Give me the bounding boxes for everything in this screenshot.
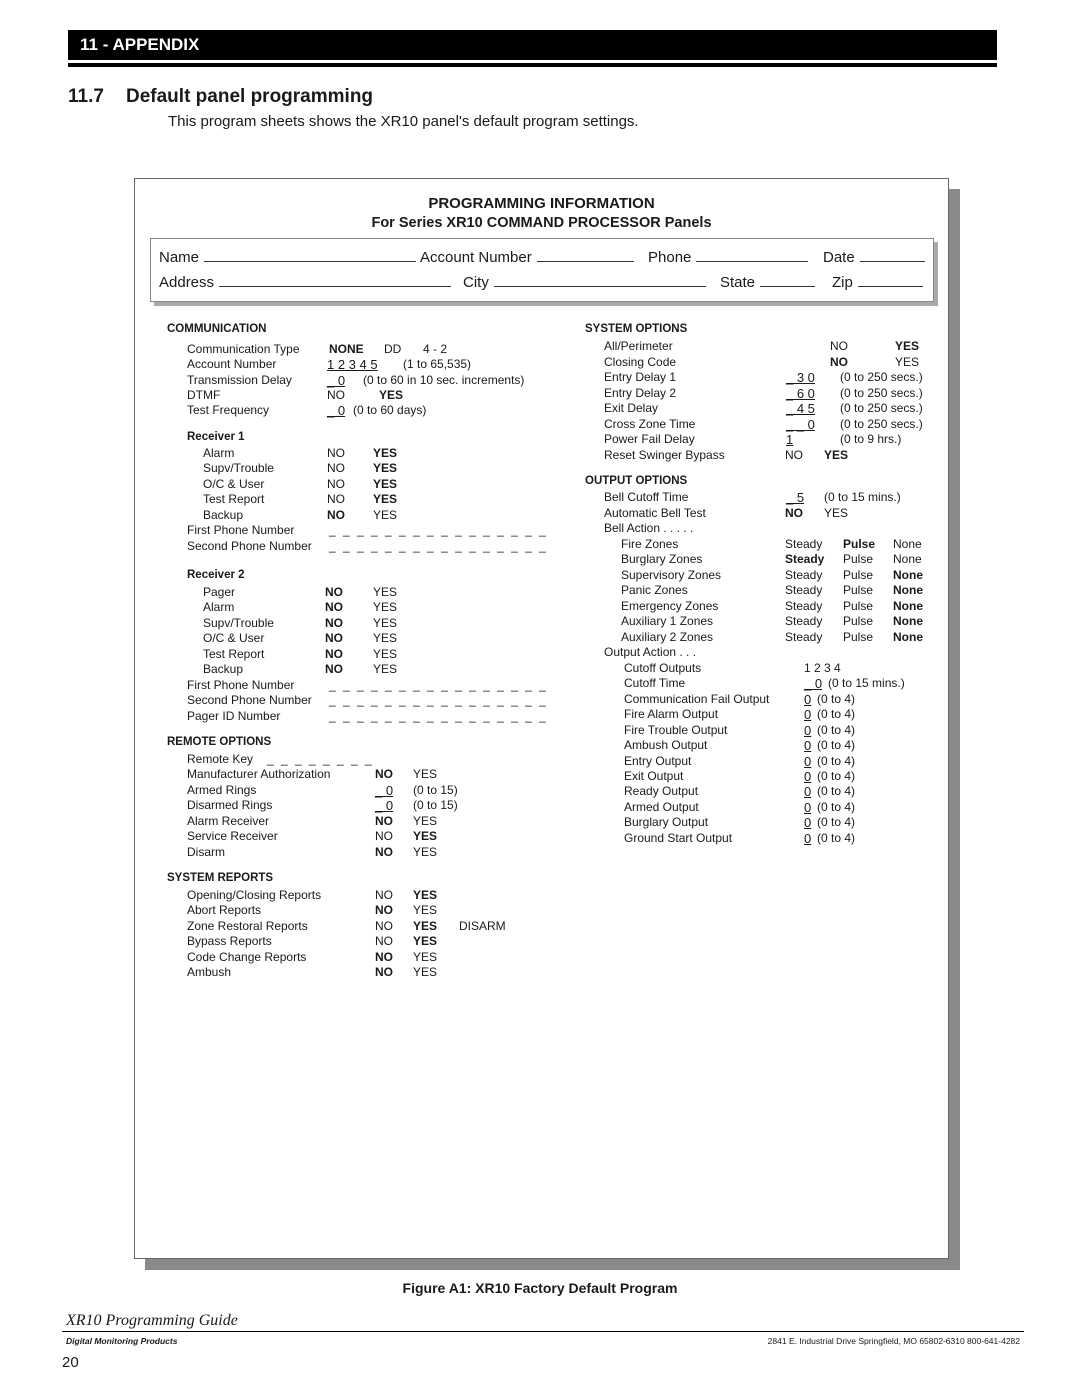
output-label: Exit Output	[624, 769, 684, 783]
footer-rule	[62, 1331, 1024, 1332]
output-range: (0 to 4)	[817, 799, 856, 814]
output-label: Ground Start Output	[624, 830, 733, 845]
output-range: (0 to 4)	[817, 738, 856, 753]
output-value[interactable]: 0	[804, 723, 811, 738]
output-value[interactable]: 0	[804, 831, 811, 846]
form-title: PROGRAMMING INFORMATION	[428, 195, 655, 212]
output-value[interactable]: 0	[804, 707, 811, 722]
section-title: 11.7 Default panel programming	[68, 86, 373, 108]
figure-caption: Figure A1: XR10 Factory Default Program	[402, 1280, 678, 1296]
system-reports-heading: SYSTEM REPORTS	[167, 872, 274, 884]
output-value[interactable]: 0	[804, 738, 811, 753]
output-range: (0 to 4)	[817, 692, 856, 706]
output-value[interactable]: 0	[804, 815, 811, 830]
form-subtitle: For Series XR10 COMMAND PROCESSOR Panels	[371, 215, 712, 231]
output-value[interactable]: 0	[804, 692, 811, 707]
section-number: 11.7	[68, 86, 104, 107]
company-address: 2841 E. Industrial Drive Springfield, MO…	[767, 1336, 1020, 1346]
account-number-field[interactable]: Account Number	[420, 247, 634, 266]
remote-options-heading: REMOTE OPTIONS	[167, 736, 272, 748]
output-range: (0 to 4)	[817, 830, 856, 845]
address-field[interactable]: Address	[159, 272, 452, 291]
output-options-heading: OUTPUT OPTIONS	[585, 475, 688, 487]
output-range: (0 to 4)	[817, 722, 856, 737]
system-options-heading: SYSTEM OPTIONS	[585, 323, 688, 335]
page-number: 20	[62, 1354, 79, 1371]
state-field[interactable]: State	[720, 272, 816, 291]
output-label: Armed Output	[624, 799, 699, 814]
output-label: Fire Alarm Output	[624, 707, 719, 722]
programming-form: PROGRAMMING INFORMATION For Series XR10 …	[134, 178, 949, 1259]
output-label: Ambush Output	[624, 738, 708, 753]
date-field[interactable]: Date	[823, 247, 925, 266]
intro-text: This program sheets shows the XR10 panel…	[168, 113, 639, 130]
output-value[interactable]: 0	[804, 769, 811, 784]
output-label: Fire Trouble Output	[624, 722, 728, 737]
phone-field[interactable]: Phone	[648, 247, 809, 266]
output-label: Entry Output	[624, 753, 692, 768]
output-value[interactable]: 0	[804, 784, 811, 799]
customer-info-box: Name Account Number Phone Date Address C…	[150, 238, 934, 302]
zip-field[interactable]: Zip	[832, 272, 923, 291]
output-label: Communication Fail Output	[624, 692, 770, 706]
header-rule	[68, 63, 997, 67]
receiver1-heading: Receiver 1	[187, 431, 245, 443]
output-range: (0 to 4)	[817, 769, 856, 783]
company-name: Digital Monitoring Products	[66, 1336, 178, 1346]
output-label: Ready Output	[624, 784, 699, 799]
output-range: (0 to 4)	[817, 784, 856, 799]
chapter-header: 11 - APPENDIX	[68, 30, 997, 60]
receiver2-heading: Receiver 2	[187, 569, 245, 581]
section-title-text: Default panel programming	[126, 86, 374, 107]
guide-title: XR10 Programming Guide	[66, 1312, 238, 1329]
output-value[interactable]: 0	[804, 754, 811, 769]
communication-heading: COMMUNICATION	[167, 323, 267, 335]
output-range: (0 to 4)	[817, 753, 856, 768]
output-label: Burglary Output	[624, 815, 709, 830]
city-field[interactable]: City	[463, 272, 706, 291]
name-field[interactable]: Name	[159, 247, 417, 266]
output-range: (0 to 4)	[817, 707, 856, 722]
output-range: (0 to 4)	[817, 815, 856, 830]
output-value[interactable]: 0	[804, 800, 811, 815]
